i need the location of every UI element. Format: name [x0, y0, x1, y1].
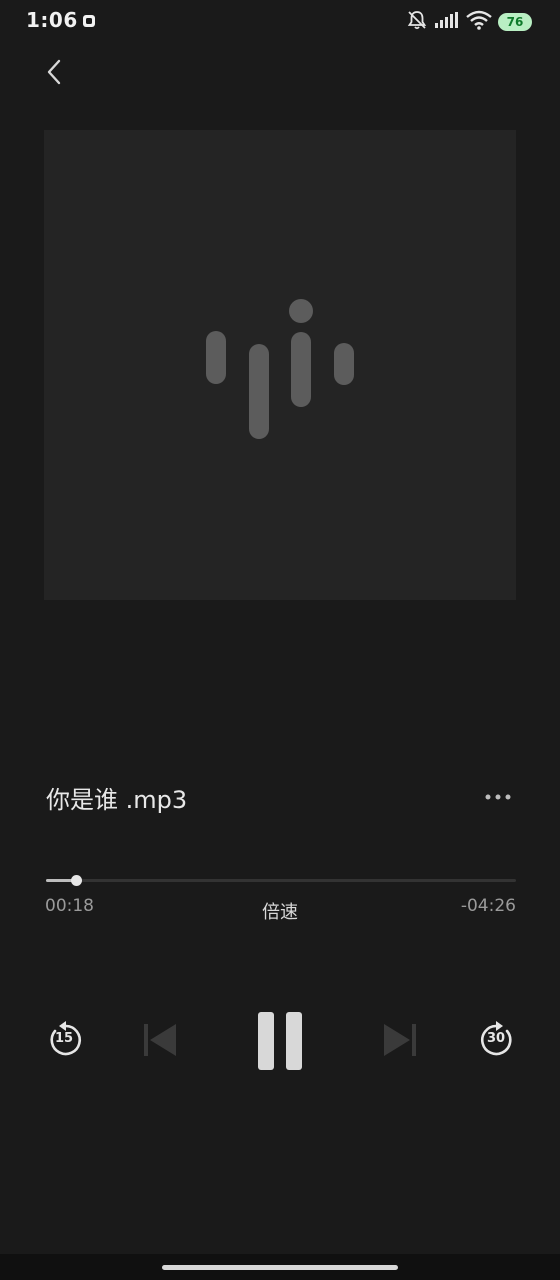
progress-thumb[interactable] [70, 875, 82, 886]
progress-bar[interactable] [46, 875, 516, 886]
track-title: 你是谁 .mp3 [46, 786, 188, 814]
forward-seconds-label: 30 [486, 1031, 506, 1046]
more-button[interactable] [478, 780, 518, 814]
signal-icon [434, 11, 460, 33]
skip-next-icon [384, 1024, 416, 1056]
back-button[interactable] [36, 52, 72, 92]
status-bar: 1:06 76 [0, 0, 560, 44]
bell-muted-icon [406, 9, 428, 35]
home-indicator[interactable] [162, 1265, 398, 1270]
pause-button[interactable] [248, 1008, 312, 1074]
audio-waveform-logo [206, 299, 354, 439]
app-notification-icon [82, 13, 96, 27]
status-time: 1:06 [26, 8, 78, 32]
wifi-icon [466, 10, 492, 34]
battery-icon: 76 [498, 13, 532, 31]
album-artwork [44, 130, 516, 600]
remaining-time: -04:26 [460, 896, 516, 916]
more-horizontal-icon [485, 794, 511, 800]
chevron-left-icon [47, 59, 61, 85]
rewind-seconds-label: 15 [54, 1031, 74, 1046]
elapsed-time: 00:18 [45, 896, 94, 916]
battery-level: 76 [506, 15, 524, 29]
pause-icon [258, 1012, 302, 1070]
status-icons: 76 [406, 8, 532, 36]
skip-previous-icon [144, 1024, 176, 1056]
previous-track-button[interactable] [138, 1018, 182, 1062]
next-track-button[interactable] [378, 1018, 422, 1062]
playback-speed-button[interactable]: 倍速 [250, 898, 310, 924]
